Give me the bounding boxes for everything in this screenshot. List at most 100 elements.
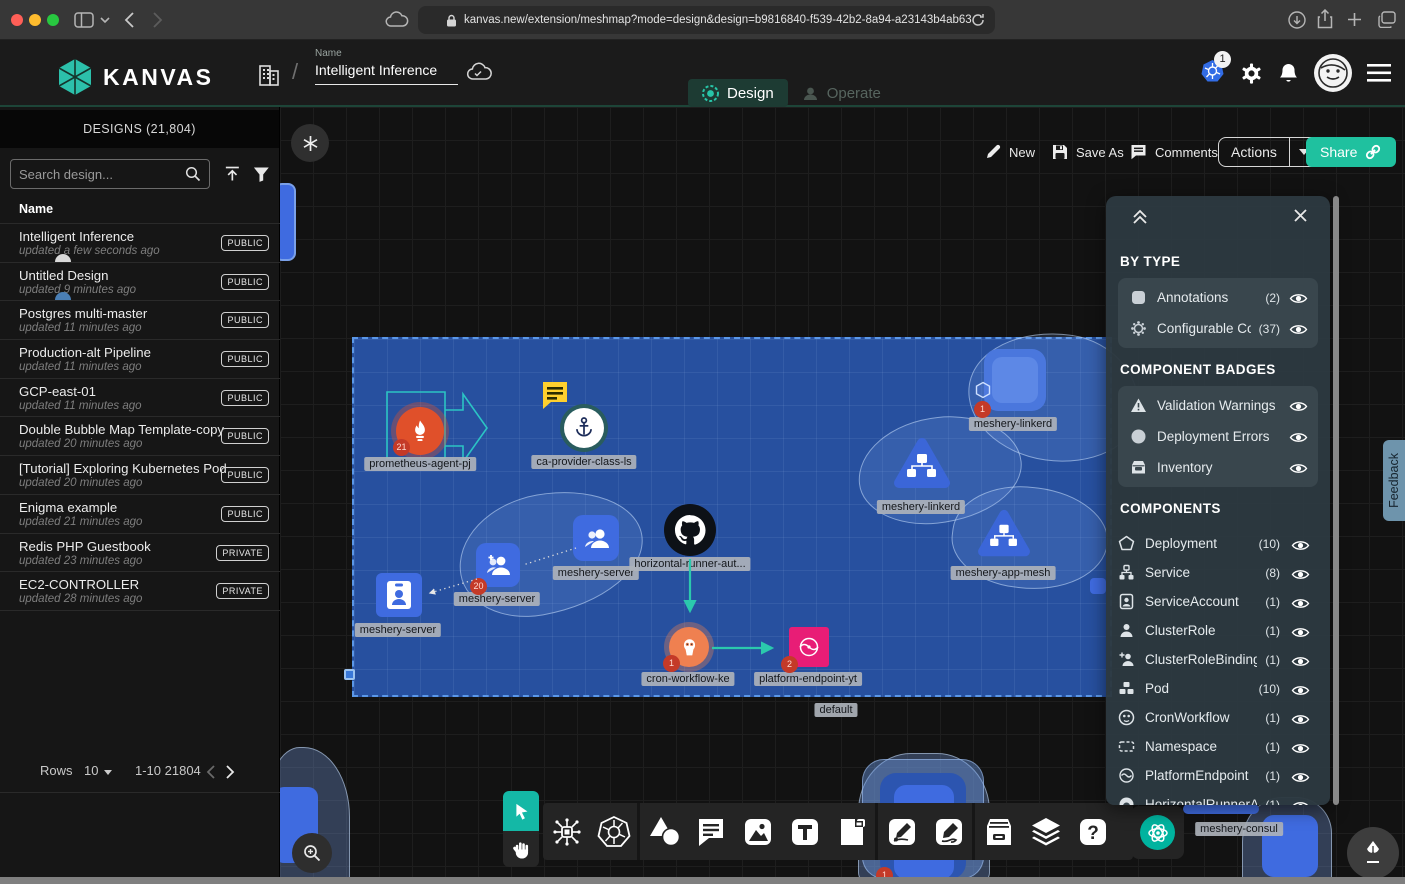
design-list-item[interactable]: Double Bubble Map Template-copy updated …	[0, 416, 280, 455]
node-meshery-linkerd-ns[interactable]	[984, 349, 1046, 411]
node-meshery-server-serviceaccount[interactable]	[376, 573, 422, 617]
node-github-runner[interactable]	[664, 504, 716, 556]
design-list-item[interactable]: GCP-east-01 updated 11 minutes ago PUBLI…	[0, 378, 280, 417]
cloud-icon[interactable]	[385, 11, 409, 28]
settings-gear-icon[interactable]	[1240, 62, 1263, 85]
actions-dropdown[interactable]: Actions	[1218, 137, 1319, 167]
upload-design-icon[interactable]	[224, 165, 241, 183]
design-list-item[interactable]: Redis PHP Guestbook updated 23 minutes a…	[0, 533, 280, 572]
new-design-button[interactable]: New	[985, 137, 1035, 167]
panel-row-pod[interactable]: Pod (10)	[1106, 674, 1330, 703]
image-tool-button[interactable]	[734, 816, 781, 848]
panel-row-namespace[interactable]: Namespace (1)	[1106, 732, 1330, 761]
node-partial-right[interactable]	[1090, 578, 1106, 594]
select-tool-button[interactable]	[503, 791, 539, 831]
close-panel-icon[interactable]	[1293, 208, 1308, 223]
feedback-tab[interactable]: Feedback	[1383, 440, 1405, 521]
panel-row-cluster-role[interactable]: ClusterRole (1)	[1106, 616, 1330, 645]
panel-row-deployment[interactable]: Deployment (10)	[1106, 529, 1330, 558]
text-tool-button[interactable]	[781, 816, 828, 848]
rows-per-page-caret[interactable]	[104, 770, 112, 775]
drawer-tool-button[interactable]	[975, 816, 1022, 848]
pan-tool-button[interactable]	[503, 831, 539, 867]
visibility-eye-icon[interactable]	[1291, 771, 1310, 789]
panel-row-annotation[interactable]: Annotations (2)	[1118, 282, 1318, 313]
node-label-ca-provider[interactable]: ca-provider-class-ls	[531, 455, 636, 469]
new-tab-icon[interactable]	[1347, 12, 1362, 27]
node-partial-left-top[interactable]	[280, 183, 296, 261]
visibility-eye-icon[interactable]	[1291, 713, 1310, 731]
minimize-window-button[interactable]	[29, 14, 41, 26]
collapse-panel-icon[interactable]	[1132, 208, 1148, 226]
search-design-input[interactable]: Search design...	[10, 159, 210, 189]
visibility-eye-icon[interactable]	[1291, 568, 1310, 586]
note-tool-button[interactable]	[828, 816, 875, 848]
panel-row-cron-workflow[interactable]: CronWorkflow (1)	[1106, 703, 1330, 732]
hexagon-handle-icon[interactable]	[974, 381, 992, 399]
visibility-eye-icon[interactable]	[1289, 292, 1308, 310]
save-as-button[interactable]: Save As	[1052, 137, 1124, 167]
pen-tool-button[interactable]	[878, 816, 925, 848]
organization-icon[interactable]	[257, 60, 281, 86]
comments-button[interactable]: Comments	[1130, 137, 1218, 167]
panel-row-horizontal-runner[interactable]: HorizontalRunnerAutosc (1)	[1106, 790, 1330, 805]
sidebar-toggle-icon[interactable]	[74, 12, 94, 28]
help-tool-button[interactable]: ?	[1069, 816, 1116, 848]
node-label-meshery-server-sa[interactable]: meshery-server	[355, 623, 441, 637]
tab-overview-icon[interactable]	[1378, 11, 1396, 28]
tab-design[interactable]: Design	[688, 79, 788, 107]
design-list-item[interactable]: Untitled Design updated 9 minutes ago PU…	[0, 262, 280, 301]
notifications-bell-icon[interactable]	[1278, 62, 1299, 85]
prev-page-icon[interactable]	[206, 765, 215, 779]
filter-icon[interactable]	[253, 166, 270, 183]
visibility-eye-icon[interactable]	[1289, 431, 1308, 449]
node-ca-provider-class[interactable]	[564, 408, 604, 448]
node-label-meshery-server-crb[interactable]: meshery-server	[454, 592, 540, 606]
panel-row-platform-endpoint[interactable]: PlatformEndpoint (1)	[1106, 761, 1330, 790]
layers-tool-button[interactable]	[1022, 816, 1069, 848]
node-label-platform-endpoint[interactable]: platform-endpoint-yt	[754, 672, 862, 686]
chevron-down-icon[interactable]	[100, 17, 110, 24]
node-label-meshery-server-cr[interactable]: meshery-server	[553, 566, 639, 580]
visibility-eye-icon[interactable]	[1291, 597, 1310, 615]
design-list-item[interactable]: Production-alt Pipeline updated 11 minut…	[0, 339, 280, 378]
node-label-app-mesh[interactable]: meshery-app-mesh	[951, 566, 1056, 580]
zoom-in-button[interactable]	[292, 833, 332, 873]
visibility-eye-icon[interactable]	[1291, 684, 1310, 702]
relationship-tool-button[interactable]	[543, 816, 590, 848]
tab-operate[interactable]: Operate	[788, 79, 895, 107]
node-label-prometheus[interactable]: prometheus-agent-pj	[364, 457, 476, 471]
pen-nib-button[interactable]	[1347, 827, 1399, 877]
visibility-eye-icon[interactable]	[1289, 400, 1308, 418]
downloads-icon[interactable]	[1288, 11, 1306, 29]
menu-hamburger-icon[interactable]	[1367, 64, 1391, 82]
kubernetes-tool-button[interactable]	[590, 815, 637, 849]
visibility-eye-icon[interactable]	[1291, 626, 1310, 644]
kubernetes-context-button[interactable]: 1	[1200, 59, 1225, 88]
design-list-item[interactable]: EC2-CONTROLLER updated 28 minutes ago PR…	[0, 571, 280, 610]
node-label-github-runner[interactable]: horizontal-runner-aut...	[629, 557, 750, 571]
back-button[interactable]	[124, 12, 134, 28]
comment-tool-button[interactable]	[687, 816, 734, 848]
rows-per-page-select[interactable]: 10	[84, 763, 98, 778]
reload-icon[interactable]	[971, 13, 985, 27]
panel-row-error-circle[interactable]: Deployment Errors	[1118, 421, 1318, 452]
user-avatar[interactable]	[1314, 54, 1352, 92]
panel-row-configurable[interactable]: Configurable Components (37)	[1118, 313, 1318, 344]
maximize-window-button[interactable]	[47, 14, 59, 26]
forward-button[interactable]	[153, 12, 163, 28]
share-icon[interactable]	[1317, 9, 1333, 29]
design-list-item[interactable]: Postgres multi-master updated 11 minutes…	[0, 300, 280, 339]
design-name-field[interactable]: Name Intelligent Inference	[315, 48, 458, 85]
next-page-icon[interactable]	[226, 765, 235, 779]
design-list-item[interactable]: Enigma example updated 21 minutes ago PU…	[0, 494, 280, 533]
visibility-eye-icon[interactable]	[1291, 800, 1310, 805]
shapes-tool-button[interactable]	[640, 816, 687, 848]
panel-row-warning[interactable]: Validation Warnings	[1118, 390, 1318, 421]
kanvas-logo[interactable]: KANVAS	[56, 57, 213, 97]
visibility-eye-icon[interactable]	[1291, 742, 1310, 760]
node-label-linkerd-ns[interactable]: meshery-linkerd	[969, 417, 1057, 431]
close-window-button[interactable]	[11, 14, 23, 26]
node-label-default-namespace[interactable]: default	[814, 703, 857, 717]
panel-row-service-account[interactable]: ServiceAccount (1)	[1106, 587, 1330, 616]
